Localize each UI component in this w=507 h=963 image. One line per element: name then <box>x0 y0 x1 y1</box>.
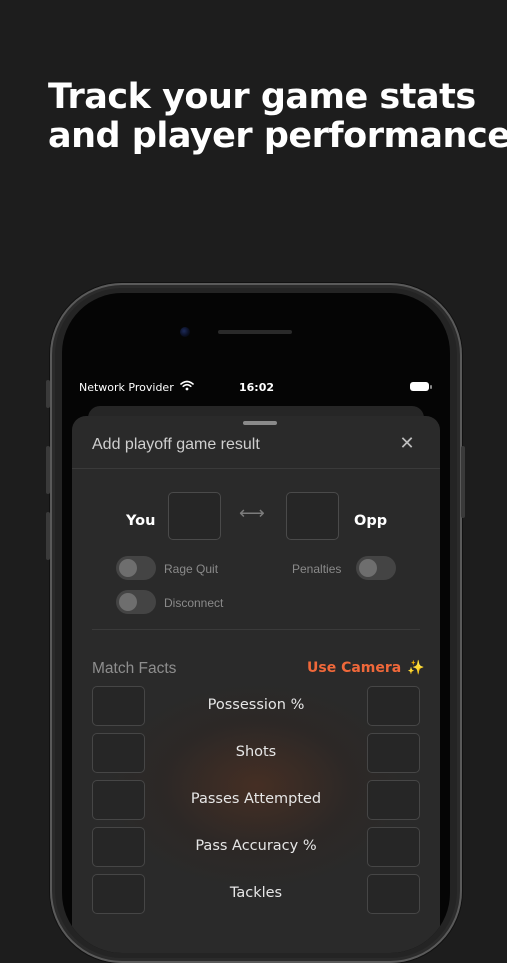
opp-label: Opp <box>354 513 388 529</box>
swap-icon[interactable]: ⟷ <box>239 503 265 524</box>
stat-label: Pass Accuracy % <box>195 838 317 854</box>
opp-stat-input[interactable] <box>367 733 420 773</box>
front-camera-icon <box>180 327 190 337</box>
opp-score-input[interactable] <box>286 492 339 540</box>
opp-stat-input[interactable] <box>367 827 420 867</box>
opp-stat-input[interactable] <box>367 780 420 820</box>
toggle-knob <box>359 559 377 577</box>
status-time: 16:02 <box>239 381 275 394</box>
close-icon[interactable]: ✕ <box>396 432 418 454</box>
opp-stat-input[interactable] <box>367 874 420 914</box>
phone-silent-switch <box>46 380 50 408</box>
penalties-label: Penalties <box>292 562 342 576</box>
use-camera-button[interactable]: Use Camera ✨ <box>307 660 425 676</box>
penalties-toggle[interactable] <box>356 556 396 580</box>
disconnect-label: Disconnect <box>164 596 224 610</box>
stat-row-possession: Possession % <box>92 686 420 726</box>
phone-screen: Network Provider 16:02 Add playoff game … <box>62 293 450 953</box>
rage-quit-toggle[interactable] <box>116 556 156 580</box>
match-facts-title: Match Facts <box>92 660 177 677</box>
stat-label: Shots <box>235 744 277 760</box>
opp-stat-input[interactable] <box>367 686 420 726</box>
stat-label: Tackles <box>229 885 283 901</box>
headline-line-1: Track your game stats <box>48 77 476 117</box>
toggle-knob <box>119 559 137 577</box>
rage-quit-label: Rage Quit <box>164 562 219 576</box>
marketing-headline: Track your game stats and player perform… <box>48 77 507 156</box>
you-stat-input[interactable] <box>92 733 145 773</box>
toggle-knob <box>119 593 137 611</box>
battery-icon <box>410 382 432 391</box>
stat-row-tackles: Tackles <box>92 874 420 914</box>
you-stat-input[interactable] <box>92 874 145 914</box>
sheet-title: Add playoff game result <box>92 436 260 453</box>
disconnect-toggle[interactable] <box>116 590 156 614</box>
stat-label: Passes Attempted <box>190 791 322 807</box>
you-stat-input[interactable] <box>92 780 145 820</box>
you-stat-input[interactable] <box>92 827 145 867</box>
you-score-input[interactable] <box>168 492 221 540</box>
phone-volume-up <box>46 446 50 494</box>
you-label: You <box>126 513 156 529</box>
carrier-name: Network Provider <box>79 381 174 394</box>
status-bar: Network Provider 16:02 <box>62 379 450 397</box>
magic-wand-icon: ✨ <box>407 660 425 676</box>
stat-row-passes-attempted: Passes Attempted <box>92 780 420 820</box>
speaker-grille <box>218 330 292 334</box>
wifi-icon <box>180 380 194 394</box>
stat-row-pass-accuracy: Pass Accuracy % <box>92 827 420 867</box>
you-stat-input[interactable] <box>92 686 145 726</box>
section-divider <box>92 629 420 630</box>
add-game-result-sheet: Add playoff game result ✕ You ⟷ Opp Rage… <box>72 416 440 953</box>
stat-label: Possession % <box>207 697 305 713</box>
header-divider <box>72 468 440 469</box>
headline-line-2: and player performance <box>48 116 507 156</box>
stat-row-shots: Shots <box>92 733 420 773</box>
use-camera-label: Use Camera <box>307 660 402 676</box>
phone-volume-down <box>46 512 50 560</box>
phone-power-button <box>461 446 465 518</box>
sheet-grabber[interactable] <box>243 421 277 425</box>
